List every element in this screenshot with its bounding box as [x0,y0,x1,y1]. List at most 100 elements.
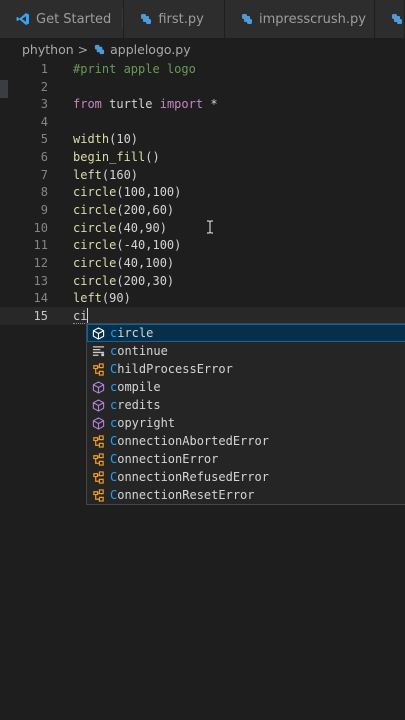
suggestion-item[interactable]: ConnectionError [87,450,405,468]
function-name: circle [73,221,117,235]
tab-bar: Get Started first.py impresscrush.py [0,0,405,38]
code-line[interactable]: 1 #print apple logo [0,60,405,78]
code-text: left(160) [73,166,138,184]
suggestion-rest: onnectionRefusedError [117,470,269,484]
typed-text: ci [73,309,88,324]
python-file-icon [94,44,105,55]
line-number: 12 [33,256,48,270]
tab-first-py[interactable]: first.py [124,0,225,38]
tab-label: Get Started [36,11,112,27]
code-line[interactable]: 14 left(90) [0,289,405,307]
class-icon [91,434,105,448]
suggestion-label: ChildProcessError [110,360,233,378]
code-line[interactable]: 6 begin_fill() [0,148,405,166]
code-line[interactable]: 2 [0,78,405,96]
line-number: 11 [33,238,48,252]
code-line[interactable]: 10 circle(40,90) [0,219,405,237]
function-args: (200,30) [116,274,175,288]
tab-applelogo-partial[interactable] [375,0,405,38]
suggestion-rest: onnectionAbortedError [117,434,269,448]
function-name: begin_fill [73,150,146,164]
function-name: width [73,132,110,146]
tab-impresscrush-py[interactable]: impresscrush.py [225,0,375,38]
line-number: 13 [33,274,48,288]
text-caret [87,308,89,323]
function-args: (10) [109,132,139,146]
function-args: (200,60) [116,203,175,217]
vscode-logo-icon [16,12,30,26]
comment-text: #print apple logo [73,62,196,76]
line-number: 10 [33,221,48,235]
cube-icon [91,398,105,412]
suggestion-item[interactable]: credits [87,396,405,414]
line-number: 14 [33,291,48,305]
line-number: 7 [40,168,48,182]
suggestion-rest: onnectionResetError [117,488,255,502]
line-number: 4 [40,115,48,129]
breadcrumb-file[interactable]: applelogo.py [110,42,190,57]
suggestion-item[interactable]: ConnectionRefusedError [87,468,405,486]
suggestion-rest: redits [117,398,161,412]
code-line[interactable]: 9 circle(200,60) [0,201,405,219]
code-line[interactable]: 7 left(160) [0,166,405,184]
suggestion-label: compile [110,378,161,396]
python-file-icon [391,13,403,25]
code-line[interactable]: 13 circle(200,30) [0,272,405,290]
line-number: 6 [40,150,48,164]
cube-icon [91,416,105,430]
tab-label: first.py [158,11,204,27]
function-args: (90) [101,291,131,305]
suggestion-label: continue [110,342,168,360]
class-icon [91,470,105,484]
code-text: width(10) [73,130,138,148]
code-text: circle(40,100) [73,254,174,272]
code-text: circle(100,100) [73,183,181,201]
class-icon [91,362,105,376]
class-icon [91,488,105,502]
tab-get-started[interactable]: Get Started [0,0,125,38]
module-name: turtle [109,97,153,111]
suggestion-item[interactable]: ChildProcessError [87,360,405,378]
code-line[interactable]: 5 width(10) [0,130,405,148]
code-line[interactable]: 11 circle(-40,100) [0,236,405,254]
code-text: from turtle import * [73,95,218,113]
suggestion-rest: hildProcessError [117,362,233,376]
python-file-icon [241,13,253,25]
ibeam-cursor-icon [206,220,214,234]
suggestion-item[interactable]: copyright [87,414,405,432]
code-line[interactable]: 12 circle(40,100) [0,254,405,272]
tab-label: impresscrush.py [259,11,366,27]
function-name: circle [73,256,117,270]
function-name: circle [73,238,117,252]
suggestion-label: circle [110,324,153,342]
line-number: 3 [40,97,48,111]
line-number: 2 [40,80,48,94]
suggestion-label: credits [110,396,161,414]
suggestion-label: ConnectionRefusedError [110,468,269,486]
autocomplete-suggest-widget[interactable]: circle continue ChildProcessError compil… [86,323,405,505]
function-name: left [73,168,102,182]
function-args: (160) [101,168,139,182]
code-text: begin_fill() [73,148,160,166]
tab-divider [122,9,124,29]
code-line[interactable]: 3 from turtle import * [0,95,405,113]
code-text: left(90) [73,289,131,307]
code-line[interactable]: 4 [0,113,405,131]
keyword-import: import [159,97,204,111]
function-args: (-40,100) [116,238,182,252]
function-name: circle [73,185,117,199]
function-args: (40,100) [116,256,175,270]
suggestion-item[interactable]: continue [87,342,405,360]
breadcrumb-folder[interactable]: phython [22,42,74,57]
breadcrumb: phython > applelogo.py [0,38,405,60]
keyword-icon [91,344,105,358]
code-text: circle(200,60) [73,201,174,219]
function-args: () [145,150,160,164]
keyword-from: from [73,97,102,111]
suggestion-item[interactable]: circle [87,324,405,342]
suggestion-item[interactable]: ConnectionAbortedError [87,432,405,450]
code-line[interactable]: 8 circle(100,100) [0,183,405,201]
suggestion-item[interactable]: ConnectionResetError [87,486,405,504]
suggestion-item[interactable]: compile [87,378,405,396]
function-args: (40,90) [116,221,167,235]
